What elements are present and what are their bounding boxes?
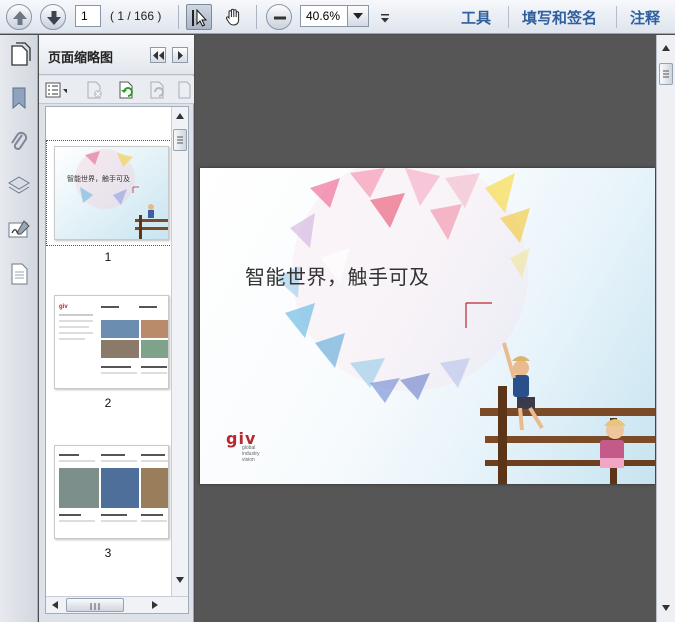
comment-menu[interactable]: 注释 [630,7,660,28]
scroll-left-icon[interactable] [52,601,58,609]
toolbar-divider [256,5,257,29]
pdf-reader-window: 1 ( 1 / 166 ) 40.6% 工具 填写和签名 注释 页面缩略图 智能… [0,0,675,622]
collapse-panel-button[interactable] [150,47,166,63]
more-tools-button[interactable] [380,11,390,29]
chevron-right-icon [178,51,183,60]
thumbnail-horizontal-scrollbar[interactable] [46,596,188,613]
overflow-menu-icon [381,14,389,23]
layers-icon[interactable] [6,173,32,199]
document-page: 智能世界，触手可及 giv global industry vision [200,168,655,484]
scroll-down-icon[interactable] [662,605,670,611]
thumbnail-page-number: 2 [104,396,112,410]
chevron-down-icon [353,13,363,19]
scrollbar-thumb[interactable] [173,129,187,151]
scroll-right-icon[interactable] [152,601,158,609]
page-1-preview: 智能世界，触手可及 [55,147,168,239]
hand-icon [225,8,240,26]
thumbnail-vertical-scrollbar[interactable] [171,107,188,597]
next-page-button[interactable] [40,4,66,30]
signature-icon[interactable] [6,217,32,243]
previous-page-button[interactable] [6,4,32,30]
main-toolbar: 1 ( 1 / 166 ) 40.6% 工具 填写和签名 注释 [0,0,675,34]
menu-divider [508,6,509,28]
minus-icon [274,16,286,20]
document-headline: 智能世界，触手可及 [245,265,430,289]
document-viewport[interactable]: 智能世界，触手可及 giv global industry vision [195,35,656,622]
document-icon[interactable] [6,261,32,287]
scroll-up-icon[interactable] [176,113,184,119]
redo-page-icon[interactable] [147,80,169,100]
zoom-level-input[interactable]: 40.6% [300,5,348,27]
toolbar-divider [178,5,179,29]
thumb-1-title: 智能世界，触手可及 [67,174,130,183]
paperclip-icon[interactable] [6,129,32,155]
hand-tool-button[interactable] [220,4,246,30]
menu-divider [616,6,617,28]
page-2-preview: giv [55,296,168,388]
scrollbar-thumb[interactable] [66,598,124,612]
double-chevron-left-icon [153,51,164,60]
pages-icon[interactable] [8,42,32,68]
document-vertical-scrollbar[interactable] [656,35,675,622]
cursor-arrow-icon [192,8,208,27]
panel-title: 页面缩略图 [48,50,114,65]
svg-text:giv: giv [59,304,68,310]
thumbnail-page-number: 1 [104,250,112,264]
page-artwork [275,168,655,484]
panel-header: 页面缩略图 [11,35,194,75]
delete-page-icon[interactable] [84,80,106,100]
page-count-label: ( 1 / 166 ) [110,9,162,23]
arrow-up-icon [13,11,27,25]
fill-sign-menu[interactable]: 填写和签名 [522,7,597,28]
thumbnail-image: 智能世界，触手可及 [54,146,169,240]
thumbnail-options-icon[interactable] [45,80,67,100]
thumbnail-image: giv [54,295,169,389]
zoom-dropdown-button[interactable] [347,5,369,27]
page-thumbnails-panel: 页面缩略图 智能世界，触手可及 1 giv 2 3 [11,35,194,622]
thumbnail-list[interactable]: 智能世界，触手可及 1 giv 2 3 [45,106,189,614]
bookmark-icon[interactable] [6,85,32,111]
page-3-preview [55,446,168,538]
scroll-down-icon[interactable] [176,577,184,583]
panel-options-button[interactable] [172,47,188,63]
arrow-down-icon [47,11,61,25]
zoom-out-button[interactable] [266,4,292,30]
select-tool-button[interactable] [186,4,212,30]
scroll-up-icon[interactable] [662,45,670,51]
scrollbar-thumb[interactable] [659,63,673,85]
page-number-input[interactable]: 1 [75,5,101,27]
tools-menu[interactable]: 工具 [461,7,491,28]
thumbnail-toolbar [39,76,194,104]
giv-logo-subtitle: global industry vision [242,445,260,463]
navigation-pane-bar [0,35,38,622]
thumbnail-image [54,445,169,539]
rotate-page-icon[interactable] [116,80,138,100]
thumbnail-page-number: 3 [104,546,112,560]
